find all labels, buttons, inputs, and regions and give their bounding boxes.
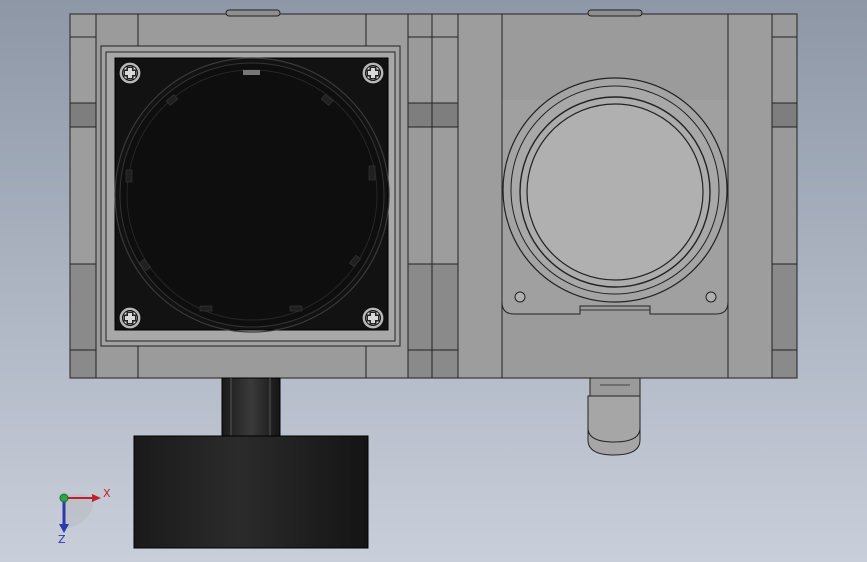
left-top-cap [137,13,367,49]
right-module[interactable] [431,9,798,456]
adjust-knob[interactable] [133,435,369,549]
left-top-nub [225,9,281,17]
screw-icon [118,306,142,330]
left-rail-band-top [69,102,97,128]
gauge-top-marker [243,70,260,75]
screw-icon [361,61,385,85]
cad-model-drawing[interactable]: X Z [0,0,867,562]
axis-x-label: X [103,487,111,500]
coordinate-triad-icon: X Z [58,487,111,546]
axis-z-label: Z [58,533,66,546]
drain-port [589,377,641,399]
mount-hole [514,291,526,303]
left-module[interactable] [69,9,433,549]
mount-hole [705,291,717,303]
left-rail-band-bottom [69,263,97,379]
axis-y-icon [59,493,69,503]
bowl-cap[interactable] [526,103,704,281]
cad-viewport[interactable]: X Z [0,0,867,562]
gauge-dial-ring-inner [119,62,385,328]
screw-icon [361,306,385,330]
screw-icon [118,61,142,85]
